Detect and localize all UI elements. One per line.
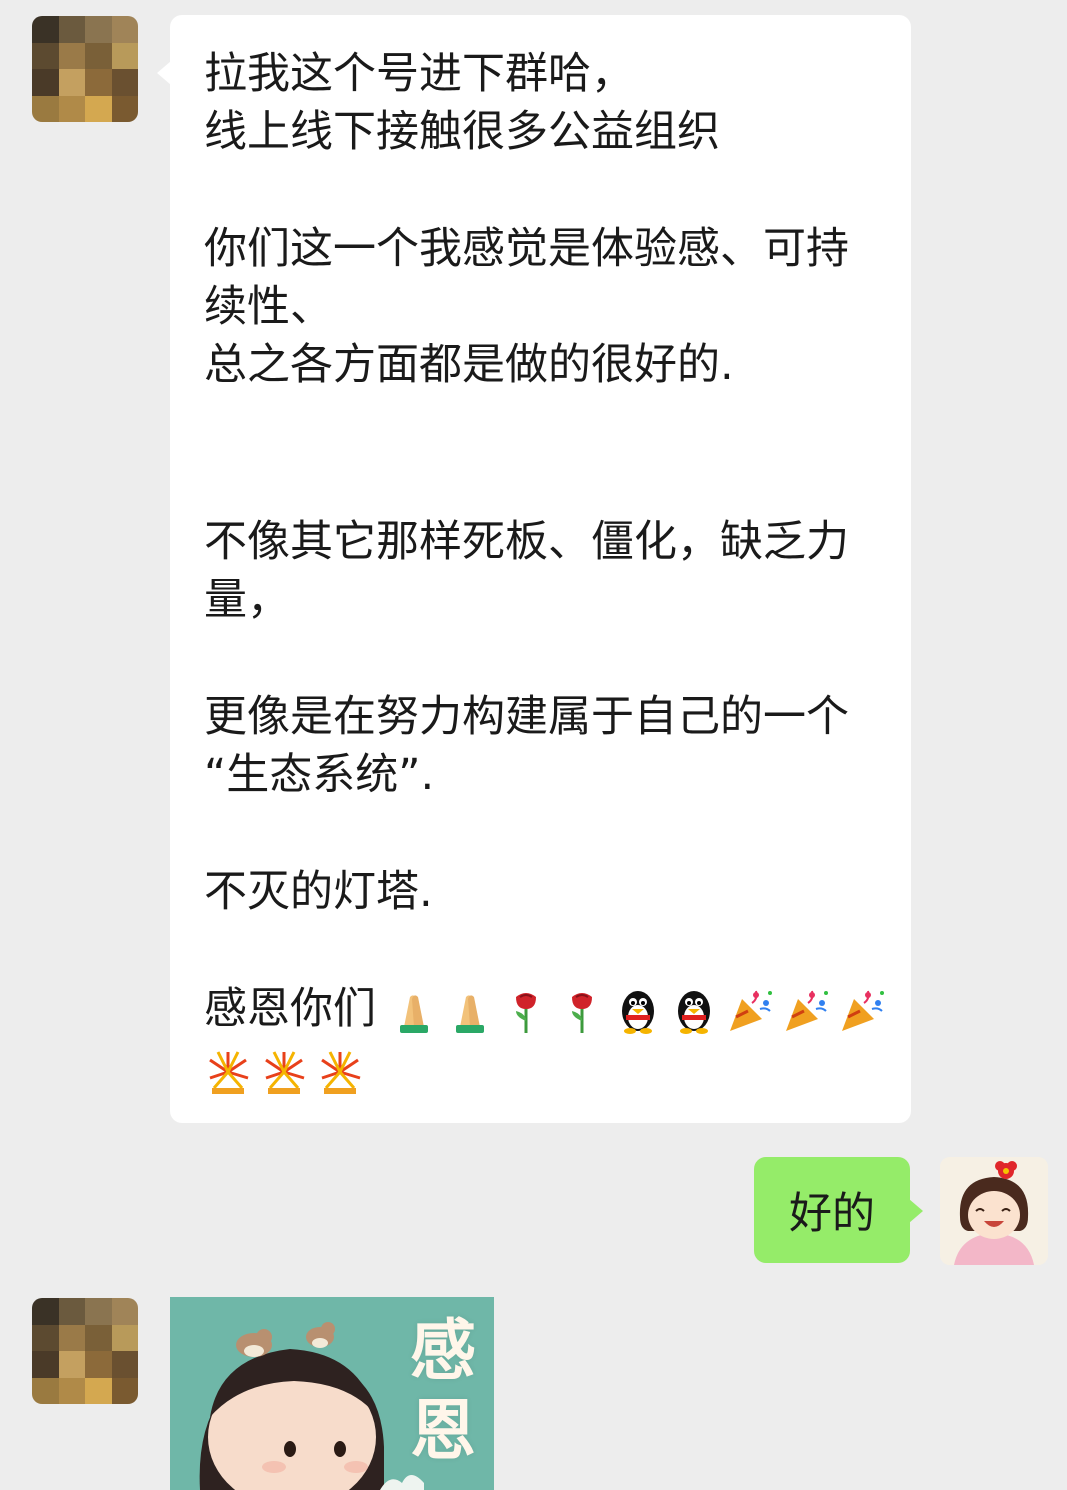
image-caption-char: 恩	[410, 1391, 476, 1469]
cartoon-girl-icon	[940, 1157, 1048, 1265]
message-line: 总之各方面都是做的很好的.	[204, 340, 734, 390]
fireworks-emoji	[204, 1048, 252, 1096]
image-caption-char: 感	[410, 1311, 476, 1389]
message-line: 不像其它那样死板、僵化，缺乏力	[204, 517, 849, 567]
party-popper-emoji	[838, 987, 886, 1035]
message-line: 线上线下接触很多公益组织	[204, 107, 720, 157]
sender-avatar[interactable]	[32, 1298, 138, 1404]
message-line: 你们这一个我感觉是体验感、可持	[204, 224, 849, 274]
outgoing-message-bubble[interactable]: 好的	[754, 1157, 923, 1263]
penguin-emoji	[670, 987, 718, 1035]
rose-emoji	[502, 987, 550, 1035]
image-message[interactable]: 感 恩	[170, 1297, 494, 1490]
incoming-message-bubble[interactable]: 拉我这个号进下群哈， 线上线下接触很多公益组织 你们这一个我感觉是体验感、可持 …	[157, 15, 911, 1123]
my-avatar[interactable]	[940, 1157, 1048, 1265]
message-line: 拉我这个号进下群哈，	[204, 49, 634, 99]
party-popper-emoji	[782, 987, 830, 1035]
fireworks-emoji	[260, 1048, 308, 1096]
rose-emoji	[558, 987, 606, 1035]
penguin-emoji	[614, 987, 662, 1035]
pray-emoji	[446, 987, 494, 1035]
message-line: 感恩你们	[204, 984, 376, 1034]
emoji-row	[390, 987, 886, 1035]
outgoing-message-text: 好的	[789, 1189, 875, 1239]
message-line: “生态系统”.	[204, 750, 435, 800]
message-line: 量，	[204, 575, 290, 625]
fireworks-emoji	[316, 1048, 364, 1096]
message-line: 续性、	[204, 282, 333, 332]
emoji-row	[204, 1048, 364, 1096]
message-line: 不灭的灯塔.	[204, 867, 433, 917]
pray-emoji	[390, 987, 438, 1035]
party-popper-emoji	[726, 987, 774, 1035]
sender-avatar[interactable]	[32, 16, 138, 122]
message-line: 更像是在努力构建属于自己的一个	[204, 692, 849, 742]
